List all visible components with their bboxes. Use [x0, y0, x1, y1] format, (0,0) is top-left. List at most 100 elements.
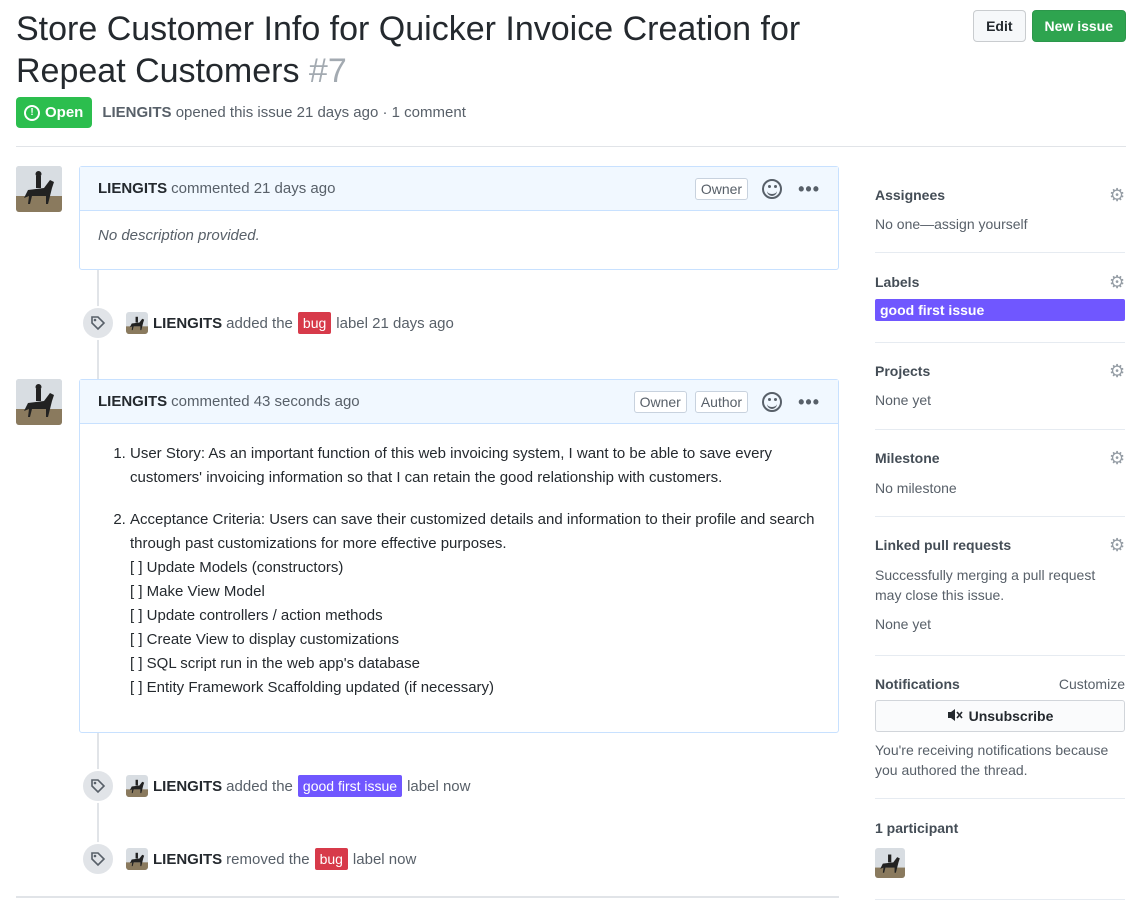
- sidebar-milestone-title-row: Milestone ⚙: [875, 449, 1125, 467]
- timeline-event: LIENGITS added the good first issue labe…: [81, 769, 470, 803]
- gear-icon[interactable]: ⚙: [1109, 536, 1125, 554]
- header-divider: [16, 146, 1126, 147]
- timeline-event: LIENGITS removed the bug label now: [81, 842, 416, 876]
- horse-rider-avatar-icon: [16, 166, 62, 212]
- sidebar-section-title: Notifications: [875, 676, 960, 692]
- sidebar-section-title: Linked pull requests: [875, 537, 1012, 553]
- kebab-icon[interactable]: •••: [798, 179, 820, 200]
- gear-icon[interactable]: ⚙: [1109, 362, 1125, 380]
- sidebar-section-title: Labels: [875, 274, 920, 290]
- sidebar-section-title: 1 participant: [875, 820, 959, 836]
- gear-icon[interactable]: ⚙: [1109, 186, 1125, 204]
- task-item: [ ] SQL script run in the web app's data…: [130, 655, 420, 672]
- status-text: Open: [45, 104, 84, 121]
- issue-title-text: Store Customer Info for Quicker Invoice …: [16, 10, 801, 90]
- sidebar-notifications: Notifications Customize Unsubscribe You'…: [875, 676, 1125, 799]
- avatar[interactable]: [875, 848, 905, 878]
- comment-timestamp[interactable]: commented 43 seconds ago: [171, 393, 359, 410]
- avatar[interactable]: [16, 379, 62, 425]
- timeline-end-divider: [16, 896, 839, 898]
- list-item: Acceptance Criteria: Users can save thei…: [130, 508, 820, 700]
- unsubscribe-button[interactable]: Unsubscribe: [875, 700, 1125, 732]
- header-actions: Edit New issue: [973, 10, 1126, 42]
- issue-title: Store Customer Info for Quicker Invoice …: [16, 8, 876, 92]
- tag-icon: [81, 769, 115, 803]
- label-good-first-issue[interactable]: good first issue: [875, 299, 1125, 321]
- comment-header-actions: Owner Author •••: [633, 380, 820, 424]
- kebab-icon[interactable]: •••: [798, 392, 820, 413]
- owner-badge: Owner: [633, 391, 687, 413]
- linked-prs-note: Successfully merging a pull request may …: [875, 567, 1096, 603]
- comment-body: User Story: As an important function of …: [80, 424, 838, 734]
- issue-meta: ! Open LIENGITS opened this issue 21 day…: [16, 97, 1126, 128]
- sidebar-labels-title-row: Labels ⚙: [875, 273, 1125, 291]
- smiley-icon[interactable]: [762, 392, 783, 412]
- sidebar-labels: Labels ⚙ good first issue: [875, 273, 1125, 343]
- info-circle-icon: !: [24, 104, 40, 121]
- event-text: LIENGITS added the bug label 21 days ago: [153, 312, 454, 334]
- issue-meta-text: LIENGITS opened this issue 21 days ago ·…: [102, 104, 466, 121]
- tag-icon: [81, 306, 115, 340]
- issue-header: Store Customer Info for Quicker Invoice …: [16, 8, 1126, 128]
- new-issue-button[interactable]: New issue: [1031, 10, 1126, 42]
- event-action: added the: [226, 777, 293, 795]
- event-action: removed the: [226, 850, 310, 868]
- avatar[interactable]: [16, 166, 62, 212]
- event-action: added the: [226, 314, 293, 332]
- list-item: User Story: As an important function of …: [130, 442, 820, 490]
- sidebar-milestone: Milestone ⚙ No milestone: [875, 449, 1125, 517]
- sidebar-linked-prs-title-row: Linked pull requests ⚙: [875, 536, 1125, 554]
- avatar[interactable]: [126, 775, 148, 797]
- label-bug[interactable]: bug: [314, 848, 348, 870]
- event-suffix: label 21 days ago: [336, 314, 454, 332]
- smiley-icon[interactable]: [762, 179, 783, 199]
- sidebar-participants: 1 participant: [875, 820, 1125, 900]
- sidebar-notifications-title-row: Notifications Customize: [875, 676, 1125, 692]
- author-badge: Author: [694, 391, 749, 413]
- mute-icon: [947, 708, 963, 725]
- label-good-first-issue[interactable]: good first issue: [297, 775, 403, 797]
- linked-prs-value: None yet: [875, 616, 932, 632]
- event-text: LIENGITS added the good first issue labe…: [153, 775, 470, 797]
- sidebar-assignees-title-row: Assignees ⚙: [875, 186, 1125, 204]
- event-actor-link[interactable]: LIENGITS: [153, 778, 222, 795]
- tag-icon: [81, 842, 115, 876]
- gear-icon[interactable]: ⚙: [1109, 273, 1125, 291]
- task-item: [ ] Make View Model: [130, 583, 265, 600]
- task-item: [ ] Update Models (constructors): [130, 559, 344, 576]
- event-text: LIENGITS removed the bug label now: [153, 848, 416, 870]
- sidebar-projects: Projects ⚙ None yet: [875, 362, 1125, 430]
- task-item: [ ] Create View to display customization…: [130, 631, 400, 648]
- event-actor-link[interactable]: LIENGITS: [153, 851, 222, 868]
- comment-author-link[interactable]: LIENGITS: [98, 180, 167, 197]
- comment-body: No description provided.: [80, 211, 838, 260]
- projects-value: None yet: [875, 392, 932, 408]
- event-suffix: label now: [352, 850, 417, 868]
- sidebar-section-title: Projects: [875, 363, 931, 379]
- issue-author-link[interactable]: LIENGITS: [102, 104, 171, 121]
- comment-author-link[interactable]: LIENGITS: [98, 393, 167, 410]
- customize-link[interactable]: Customize: [1059, 676, 1125, 692]
- sidebar-assignees: Assignees ⚙ No one—assign yourself: [875, 186, 1125, 253]
- sidebar-section-title: Assignees: [875, 187, 946, 203]
- task-item: [ ] Entity Framework Scaffolding updated…: [130, 679, 495, 696]
- issue-number: #7: [308, 52, 347, 90]
- comment-header: LIENGITS commented 21 days ago Owner •••: [80, 167, 838, 211]
- comment-timestamp[interactable]: commented 21 days ago: [171, 180, 335, 197]
- avatar[interactable]: [126, 848, 148, 870]
- label-bug[interactable]: bug: [297, 312, 332, 334]
- avatar[interactable]: [126, 312, 148, 334]
- gear-icon[interactable]: ⚙: [1109, 449, 1125, 467]
- event-actor-link[interactable]: LIENGITS: [153, 315, 222, 332]
- sidebar-participants-title-row: 1 participant: [875, 820, 1125, 836]
- issue-opened-text: opened this issue 21 days ago · 1 commen…: [175, 104, 466, 121]
- edit-button[interactable]: Edit: [973, 10, 1026, 42]
- comment-card: LIENGITS commented 21 days ago Owner •••…: [79, 166, 839, 270]
- sidebar-linked-prs: Linked pull requests ⚙ Successfully merg…: [875, 536, 1125, 656]
- timeline-event: LIENGITS added the bug label 21 days ago: [81, 306, 454, 340]
- empty-description: No description provided.: [98, 227, 260, 244]
- owner-badge: Owner: [694, 178, 749, 200]
- assign-yourself-link[interactable]: No one—assign yourself: [875, 216, 1125, 232]
- event-suffix: label now: [407, 777, 471, 795]
- sidebar-section-title: Milestone: [875, 450, 940, 466]
